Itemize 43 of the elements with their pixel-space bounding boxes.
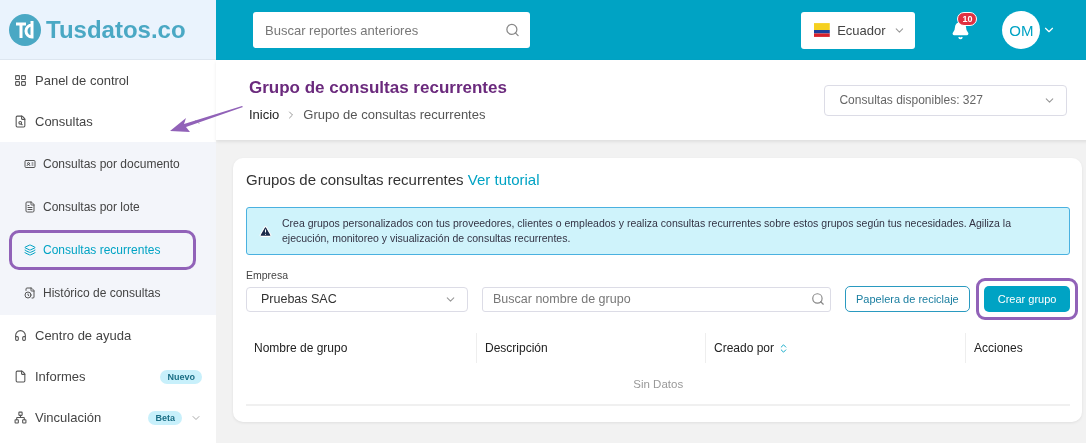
column-header: Nombre de grupo [253, 340, 349, 358]
submenu-item[interactable]: Histórico de consultas [9, 273, 196, 313]
recycle-bin-button[interactable]: Papelera de reciclaje [845, 286, 970, 313]
menu-icon [14, 411, 27, 424]
page-title: Grupo de consultas recurrentes [249, 78, 507, 98]
menu-badge: Beta [148, 410, 182, 425]
column-header[interactable]: Creado por [705, 333, 965, 364]
column-header: Acciones [965, 333, 1071, 364]
menu-icon [24, 158, 36, 170]
logo-icon [8, 12, 42, 47]
flag-icon [814, 23, 831, 37]
breadcrumb-item: Grupo de consultas recurrentes [303, 107, 486, 122]
sidebar-item[interactable]: Vinculación Beta [0, 397, 216, 438]
search-icon [505, 22, 520, 38]
menu-icon [24, 287, 36, 299]
card-title: Grupos de consultas recurrentes Ver tutorial [246, 171, 541, 188]
menu-icon [14, 74, 27, 87]
menu-icon [24, 244, 36, 256]
sidebar-item[interactable]: Consultas [0, 101, 216, 142]
empty-message: Sin Datos [246, 368, 1071, 407]
menu-badge: Nuevo [160, 369, 202, 384]
menu-icon [24, 201, 36, 213]
column-header: Descripción [476, 333, 705, 364]
group-search-field[interactable]: Buscar nombre de grupo [482, 286, 831, 312]
warning-icon [259, 224, 272, 238]
alert-text: Crea grupos personalizados con tus proveedores, clientes o empleados y realiza consultas recurrentes sobre estos grupos según tus necesidades. Agiliza la ejecución, monitoreo y visualización de consultas recurrentes. [282, 216, 1012, 247]
field-label: Empresa [246, 269, 289, 282]
search-icon [811, 292, 825, 307]
menu-icon [14, 370, 27, 383]
sidebar-item[interactable]: Panel de control [0, 60, 216, 101]
country-select[interactable]: Ecuador [801, 11, 916, 49]
sidebar-item[interactable]: Informes Nuevo [0, 356, 216, 397]
search-field[interactable]: Buscar reportes anteriores [253, 12, 530, 48]
quota-select[interactable]: Consultas disponibles: 327 [824, 84, 1068, 116]
logo-text: Tusdatos.co [46, 15, 186, 44]
submenu-item[interactable]: Consultas por documento [9, 144, 196, 184]
company-select[interactable]: Pruebas SAC [246, 286, 468, 312]
breadcrumb-item[interactable]: Inicio [249, 107, 280, 122]
menu-icon [14, 115, 27, 128]
submenu-item[interactable]: Consultas por lote [9, 187, 196, 227]
sidebar-item[interactable]: Centro de ayuda [0, 315, 216, 356]
notification-count: 10 [957, 11, 978, 26]
menu-icon [14, 329, 27, 342]
